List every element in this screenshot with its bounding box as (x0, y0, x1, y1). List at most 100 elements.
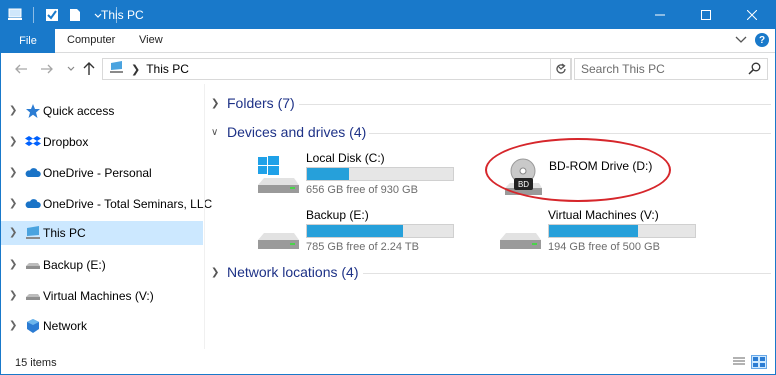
sidebar-item-backup[interactable]: ❯ Backup (E:) (1, 253, 203, 277)
ribbon-controls: ? (735, 33, 769, 47)
properties-icon[interactable] (44, 7, 60, 23)
sidebar-item-dropbox[interactable]: ❯ Dropbox (1, 130, 203, 154)
drive-free-space: 194 GB free of 500 GB (548, 241, 660, 253)
close-icon (747, 10, 757, 20)
navigation-pane: ❯ Quick access ❯ Dropbox ❯ OneDrive - Pe… (1, 89, 212, 347)
close-button[interactable] (729, 1, 775, 29)
recent-locations-button[interactable] (63, 61, 79, 77)
group-divider (369, 133, 771, 134)
sidebar-item-label: This PC (43, 226, 86, 240)
sidebar-item-network[interactable]: ❯ Network (1, 314, 203, 338)
expand-chevron-icon[interactable]: ❯ (9, 198, 17, 209)
address-location[interactable]: This PC (146, 62, 189, 76)
drive-usage-fill (307, 168, 350, 180)
drive-backup-e[interactable]: Backup (E:) 785 GB free of 2.24 TB (256, 208, 476, 256)
back-arrow-icon (15, 64, 27, 74)
tiles-view-button[interactable] (751, 355, 767, 369)
cloud-icon (25, 165, 41, 181)
details-view-icon (733, 357, 745, 365)
tiles-view-icon (753, 357, 765, 367)
group-folders[interactable]: ❯ Folders (7) (211, 94, 771, 114)
expand-chevron-icon[interactable]: ❯ (9, 136, 17, 147)
back-button[interactable] (13, 61, 29, 77)
sidebar-item-label: OneDrive - Total Seminars, LLC (43, 197, 213, 211)
drive-name: Virtual Machines (V:) (548, 208, 659, 222)
sidebar-item-label: Virtual Machines (V:) (43, 289, 154, 303)
sidebar-item-onedrive-personal[interactable]: ❯ OneDrive - Personal (1, 161, 203, 185)
address-bar[interactable]: ❯ This PC (102, 58, 571, 80)
computer-icon (109, 61, 125, 77)
address-row: ❯ This PC (1, 54, 775, 84)
windows-drive-icon (256, 155, 300, 195)
drive-usage-bar (306, 167, 454, 181)
sidebar-item-label: Dropbox (43, 135, 89, 149)
expand-chevron-icon[interactable]: ❯ (9, 227, 17, 238)
group-title[interactable]: Devices and drives (4) (227, 124, 366, 140)
expand-chevron-icon[interactable]: ❯ (9, 290, 17, 301)
forward-button[interactable] (39, 61, 55, 77)
drive-usage-fill (549, 225, 639, 237)
new-folder-icon[interactable] (67, 7, 83, 23)
up-arrow-icon (83, 62, 95, 75)
drive-usage-bar (306, 224, 454, 238)
refresh-icon (556, 63, 566, 74)
sidebar-item-label: Backup (E:) (43, 258, 106, 272)
expand-chevron-icon[interactable]: ❯ (9, 259, 17, 270)
drive-icon (25, 257, 41, 273)
chevron-right-icon[interactable]: ❯ (211, 267, 219, 278)
group-divider (299, 104, 771, 105)
drive-virtual-machines-v[interactable]: Virtual Machines (V:) 194 GB free of 500… (498, 208, 718, 256)
chevron-down-icon[interactable]: ∨ (211, 127, 218, 138)
drive-free-space: 656 GB free of 930 GB (306, 184, 418, 196)
chevron-down-icon (67, 66, 75, 71)
maximize-icon (701, 10, 711, 20)
search-icon[interactable] (748, 62, 761, 78)
tab-view[interactable]: View (139, 34, 163, 46)
refresh-button[interactable] (550, 58, 572, 80)
status-bar: 15 items (1, 349, 775, 374)
sidebar-item-virtual-machines[interactable]: ❯ Virtual Machines (V:) (1, 284, 203, 308)
expand-ribbon-icon[interactable] (735, 33, 747, 47)
drive-free-space: 785 GB free of 2.24 TB (306, 241, 419, 253)
sidebar-item-quick-access[interactable]: ❯ Quick access (1, 99, 203, 123)
group-devices-and-drives[interactable]: ∨ Devices and drives (4) (211, 123, 771, 143)
details-view-button[interactable] (731, 355, 747, 369)
minimize-icon (655, 14, 665, 16)
forward-arrow-icon (41, 64, 53, 74)
drive-usage-fill (307, 225, 404, 237)
sidebar-item-label: Network (43, 319, 88, 333)
sidebar-item-this-pc[interactable]: ❯ This PC (1, 221, 203, 245)
window-controls (637, 1, 775, 29)
cloud-icon (25, 196, 41, 212)
drive-usage-bar (548, 224, 696, 238)
pane-divider[interactable] (204, 84, 205, 349)
ribbon-tabs: File Computer View ? (1, 29, 775, 53)
search-box[interactable] (574, 58, 768, 80)
maximize-button[interactable] (683, 1, 729, 29)
drive-name: Local Disk (C:) (306, 151, 385, 165)
computer-icon[interactable] (7, 7, 23, 23)
chevron-right-icon[interactable]: ❯ (131, 63, 140, 76)
dropbox-icon (25, 134, 41, 150)
group-title[interactable]: Folders (7) (227, 95, 295, 111)
sidebar-item-label: Quick access (43, 104, 115, 118)
tab-computer[interactable]: Computer (67, 34, 115, 46)
group-title[interactable]: Network locations (4) (227, 264, 359, 280)
minimize-button[interactable] (637, 1, 683, 29)
chevron-right-icon[interactable]: ❯ (211, 98, 219, 109)
item-count: 15 items (15, 357, 57, 369)
window-title: This PC (101, 8, 144, 22)
group-network-locations[interactable]: ❯ Network locations (4) (211, 263, 771, 283)
tab-file[interactable]: File (1, 29, 55, 53)
expand-chevron-icon[interactable]: ❯ (9, 167, 17, 178)
expand-chevron-icon[interactable]: ❯ (9, 105, 17, 116)
network-icon (25, 318, 41, 334)
expand-chevron-icon[interactable]: ❯ (9, 320, 17, 331)
sidebar-item-onedrive-total-seminars[interactable]: ❯ OneDrive - Total Seminars, LLC (1, 192, 212, 216)
title-bar: This PC (1, 1, 775, 29)
drive-local-disk-c[interactable]: Local Disk (C:) 656 GB free of 930 GB (256, 151, 476, 199)
up-button[interactable] (81, 61, 97, 77)
annotation-highlight-ellipse (485, 138, 671, 202)
help-icon[interactable]: ? (755, 33, 769, 47)
search-input[interactable] (581, 62, 741, 76)
